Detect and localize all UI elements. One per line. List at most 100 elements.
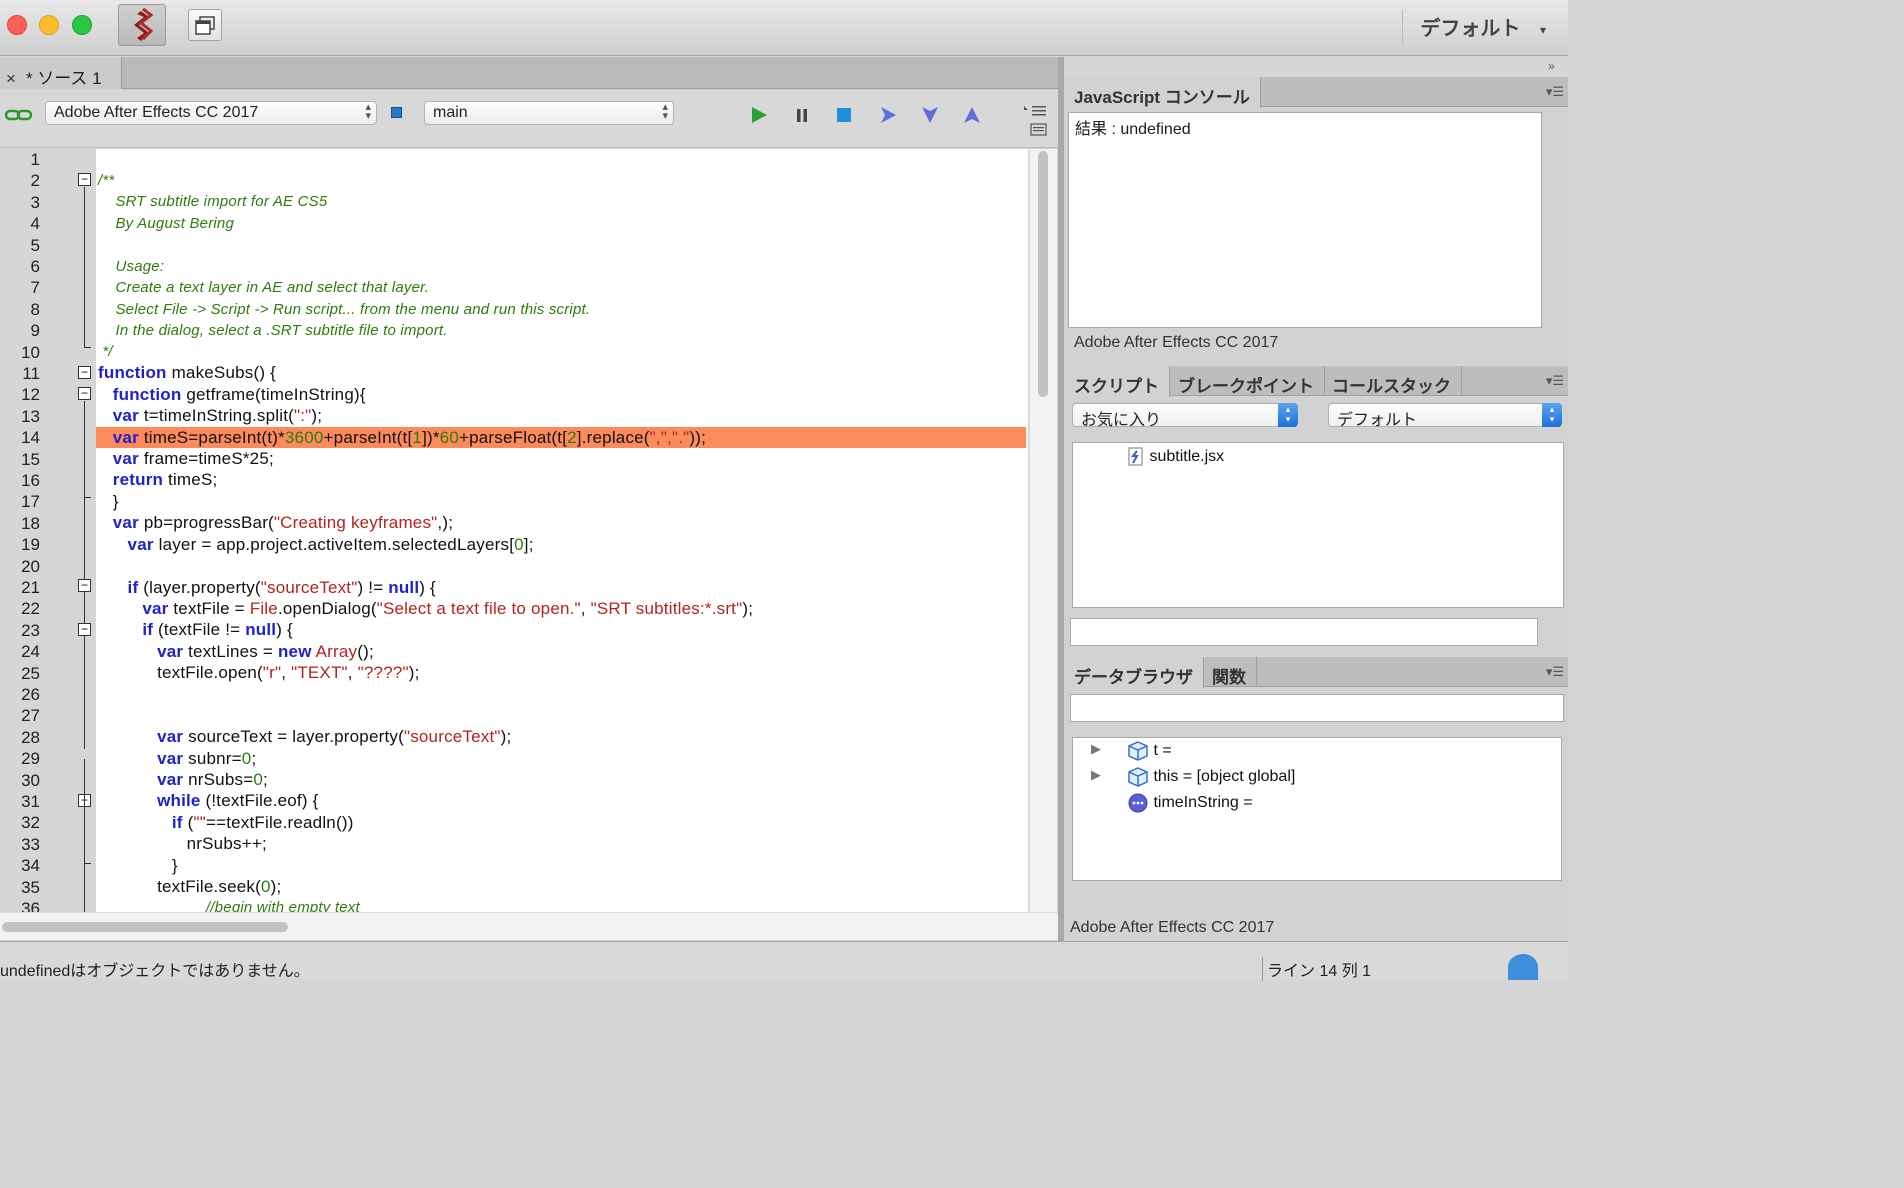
fold-toggle-icon[interactable]: −: [78, 366, 91, 379]
keyword: var: [157, 642, 184, 661]
keyword: var: [112, 513, 139, 532]
scripts-list[interactable]: subtitle.jsx: [1072, 442, 1564, 608]
extendscript-app-button[interactable]: [118, 4, 166, 46]
run-icon[interactable]: [748, 104, 770, 126]
code-text: ];: [523, 535, 534, 554]
string-literal: "Creating keyframes": [273, 513, 438, 532]
code-text: ));: [689, 428, 707, 447]
line-number-gutter: 1 2 3 4 5 6 7 8 9 10 11 12 13 14 15 16 17 18 19 20 21 22 23 24 2…: [0, 149, 72, 912]
code-text: );: [742, 599, 754, 618]
zoom-window-button[interactable]: [72, 15, 92, 35]
panel-menu-icon[interactable]: ▾☰: [1546, 84, 1564, 100]
code-text: ])*: [422, 428, 440, 447]
new-window-button[interactable]: [188, 9, 222, 41]
tree-item-label: this = [object global]: [1153, 768, 1296, 786]
select-arrows-icon: ▴ ▾: [1278, 403, 1298, 427]
step-out-icon[interactable]: [961, 104, 983, 126]
code-text: ].replace(: [576, 428, 650, 447]
target-application-select[interactable]: Adobe After Effects CC 2017 ▴ ▾: [45, 101, 377, 125]
line-number: 7: [30, 278, 40, 298]
line-number: 13: [21, 406, 40, 426]
code-editor[interactable]: /** SRT subtitle import for AE CS5 By Au…: [96, 149, 1028, 912]
string-literal: "sourceText": [260, 578, 358, 597]
editor-horizontal-scrollbar[interactable]: [0, 912, 1058, 940]
keyword: while: [157, 791, 201, 810]
scripts-input[interactable]: [1070, 618, 1538, 646]
data-browser-tree[interactable]: ▶ t = ▶ this = [object global] timeInStr…: [1072, 737, 1562, 881]
code-line-35: textFile.seek(0);: [98, 876, 281, 897]
code-text: textFile.seek(: [157, 877, 261, 896]
tree-item-this[interactable]: this = [object global]: [1127, 766, 1295, 788]
scripts-group-select[interactable]: デフォルト ▴ ▾: [1328, 403, 1562, 429]
code-text: pb=progressBar(: [138, 513, 274, 532]
editor-vertical-scrollbar[interactable]: [1029, 149, 1057, 912]
code-text: );: [500, 727, 512, 746]
tab-scripts[interactable]: スクリプト: [1064, 366, 1170, 397]
engine-status-icon: [391, 107, 402, 118]
keyword: var: [157, 770, 184, 789]
collapse-panels-icon[interactable]: »: [1548, 59, 1555, 73]
close-tab-icon[interactable]: ×: [6, 69, 16, 88]
step-into-icon[interactable]: [919, 104, 941, 126]
tree-item-label: timeInString =: [1153, 794, 1253, 812]
number-literal: 1: [412, 428, 423, 447]
scrollbar-thumb[interactable]: [1038, 151, 1048, 397]
toolbar-separator: [1402, 10, 1403, 44]
keyword: var: [142, 599, 169, 618]
panel-menu-icon[interactable]: ▾☰: [1546, 664, 1564, 680]
line-number: 33: [21, 834, 40, 854]
scrollbar-thumb[interactable]: [2, 922, 288, 932]
workspace-selector[interactable]: デフォルト ▾: [1420, 12, 1546, 41]
line-number: 19: [21, 535, 40, 555]
fold-toggle-icon[interactable]: −: [78, 623, 91, 636]
expand-triangle-icon[interactable]: ▶: [1091, 767, 1101, 783]
panel-menu-icon[interactable]: ▾☰: [1546, 373, 1564, 389]
tab-call-stack[interactable]: コールスタック: [1322, 366, 1462, 396]
step-over-icon[interactable]: [877, 104, 899, 126]
link-icon[interactable]: [5, 108, 33, 122]
stop-icon[interactable]: [833, 104, 855, 126]
code-text: ,: [580, 599, 591, 618]
string-literal: "SRT subtitles:*.srt": [590, 599, 743, 618]
line-number: 15: [21, 449, 40, 469]
number-literal: 2: [567, 428, 577, 447]
string-literal: "r": [262, 663, 282, 682]
tab-functions[interactable]: 関数: [1202, 657, 1257, 687]
engine-select[interactable]: main ▴ ▾: [424, 101, 674, 125]
tab-data-browser[interactable]: データブラウザ: [1064, 657, 1204, 688]
code-text: );: [311, 406, 323, 425]
editor-menu-icon[interactable]: [1022, 98, 1048, 138]
status-bar: undefinedはオブジェクトではありません。 ライン 14 列 1: [0, 941, 1568, 981]
code-text: textFile =: [168, 599, 250, 618]
code-text: ,: [347, 663, 358, 682]
tab-source-1[interactable]: × * ソース 1: [0, 57, 122, 89]
tree-item-timeinstring[interactable]: timeInString =: [1127, 792, 1253, 814]
line-number: 30: [21, 770, 40, 790]
string-literal: "????": [357, 663, 409, 682]
line-number: 27: [21, 706, 40, 726]
line-number: 8: [30, 299, 40, 319]
code-line-34: }: [98, 855, 178, 876]
data-browser-filter-input[interactable]: [1070, 694, 1564, 722]
pause-icon[interactable]: [791, 104, 813, 126]
list-item[interactable]: subtitle.jsx: [1127, 447, 1224, 467]
workspace-label: デフォルト: [1420, 18, 1521, 40]
expand-triangle-icon[interactable]: ▶: [1091, 741, 1101, 757]
tree-item-t[interactable]: t =: [1127, 740, 1172, 762]
code-line-3: SRT subtitle import for AE CS5: [98, 193, 328, 210]
close-window-button[interactable]: [7, 15, 27, 35]
minimize-window-button[interactable]: [39, 15, 59, 35]
keyword: var: [127, 535, 154, 554]
code-text: (: [182, 813, 194, 832]
fold-toggle-icon[interactable]: −: [78, 387, 91, 400]
console-output[interactable]: 結果 : undefined: [1068, 112, 1542, 328]
tab-javascript-console[interactable]: JavaScript コンソール: [1064, 77, 1261, 108]
fold-toggle-icon[interactable]: −: [78, 173, 91, 186]
code-text: nrSubs=: [183, 770, 254, 789]
code-text: textFile.open(: [157, 663, 263, 682]
select-arrows-icon: ▴ ▾: [365, 101, 371, 122]
scripts-filter-select[interactable]: お気に入り ▴ ▾: [1072, 403, 1298, 429]
line-number: 21: [21, 578, 40, 597]
fold-toggle-icon[interactable]: −: [78, 579, 91, 592]
tab-breakpoints[interactable]: ブレークポイント: [1168, 366, 1325, 396]
